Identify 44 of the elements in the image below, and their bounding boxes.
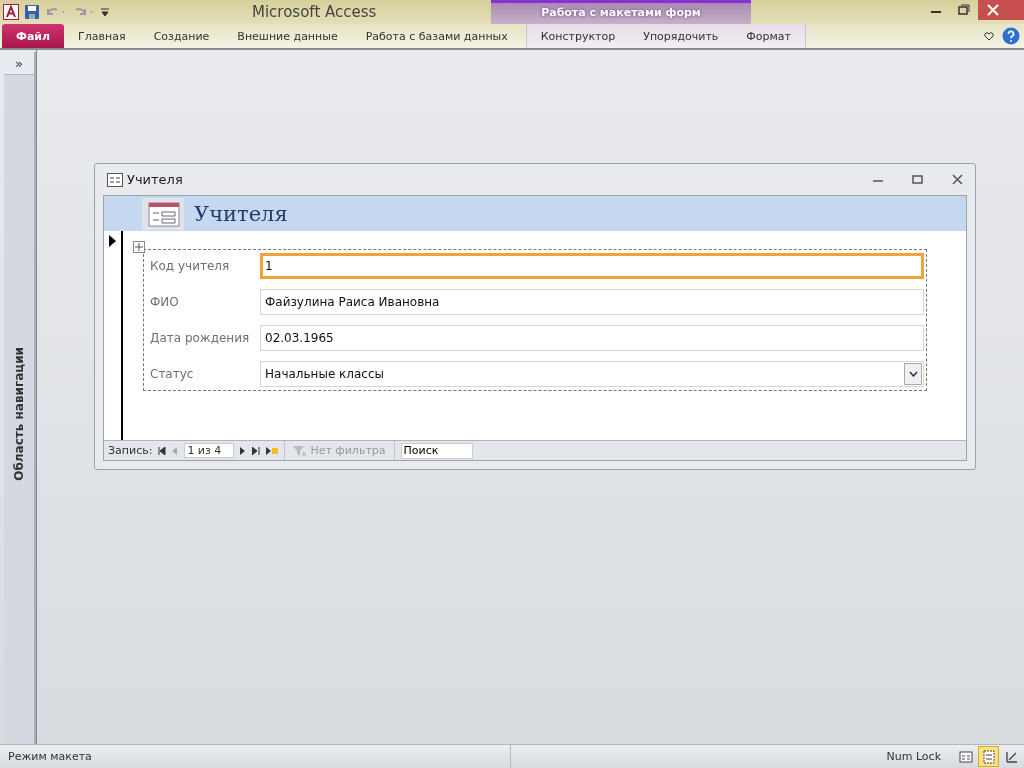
save-icon[interactable] [25, 5, 39, 19]
combo-box[interactable]: Начальные классы [260, 361, 924, 387]
text-field[interactable]: 02.03.1965 [260, 325, 924, 351]
view-button[interactable] [978, 746, 999, 767]
layout-view-icon [981, 749, 996, 764]
record-selector-icon[interactable] [109, 235, 116, 247]
first-record-icon[interactable] [158, 446, 167, 455]
status-mode-text: Режим макета [0, 745, 511, 768]
field-label: ФИО [150, 295, 180, 309]
ribbon-tab[interactable]: Внешние данные [223, 24, 352, 48]
design-view-icon [1004, 749, 1019, 764]
customize-menu-icon[interactable] [101, 7, 109, 17]
window-title: Microsoft Access [252, 3, 377, 21]
record-position-field[interactable]: 1 из 4 [184, 443, 235, 458]
text-field[interactable]: Файзулина Раиса Ивановна [260, 289, 924, 315]
next-record-icon[interactable] [240, 446, 247, 455]
field-label: Дата рождения [150, 331, 251, 345]
ribbon-tab[interactable]: Создание [139, 24, 224, 48]
heart-icon[interactable] [984, 31, 994, 41]
form-window-title: Учителя [127, 172, 183, 187]
help-icon[interactable] [1002, 27, 1020, 45]
ribbon-tab[interactable]: Формат [732, 24, 805, 48]
new-record-icon[interactable] [266, 446, 279, 455]
ribbon-tab[interactable]: Главная [64, 24, 140, 48]
file-menu-tab[interactable]: Файл [2, 24, 65, 48]
ribbon-tab[interactable]: Работа с базами данных [351, 24, 522, 48]
contextual-tab-group: Работа с макетами форм [491, 0, 751, 24]
navigation-pane-label[interactable]: Область навигации [12, 347, 26, 481]
form-icon [107, 172, 123, 187]
form-view-icon [958, 749, 973, 764]
field-label: Статус [150, 367, 195, 381]
no-filter-icon [293, 444, 308, 457]
app-logo-icon[interactable] [3, 4, 19, 20]
expand-pane-button[interactable]: » [4, 52, 34, 75]
text-field[interactable]: 1 [260, 253, 924, 279]
form-header-title: Учителя [194, 201, 288, 226]
num-lock-indicator: Num Lock [886, 750, 941, 763]
move-handle-icon[interactable] [133, 241, 145, 253]
ribbon-tab[interactable]: Конструктор [526, 24, 630, 48]
record-label: Запись: [108, 444, 153, 457]
search-field[interactable]: Поиск [400, 442, 473, 459]
field-label: Код учителя [150, 259, 231, 273]
ribbon-tab[interactable]: Упорядочить [629, 24, 733, 48]
last-record-icon[interactable] [252, 446, 261, 455]
